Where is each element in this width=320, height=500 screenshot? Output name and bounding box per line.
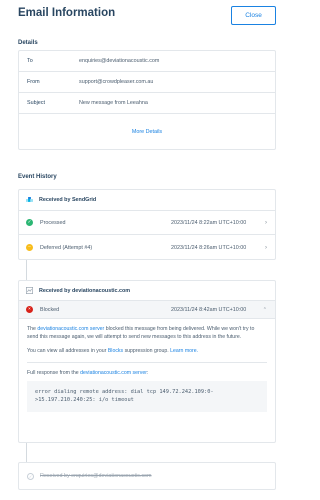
pending-label: Received by enquiries@deviationacoustic.… (40, 473, 152, 479)
blocks-message: You can view all addresses in your Block… (27, 347, 267, 355)
learn-more-link[interactable]: Learn more. (170, 348, 198, 354)
details-card: To enquiries@deviationacoustic.com From … (18, 50, 276, 150)
event-time: 2023/11/24 8:26am UTC+10:00 (171, 244, 247, 251)
server-logo-icon (26, 287, 33, 294)
chevron-right-icon: › (265, 219, 267, 226)
response-codebox: error dialing remote address: dial tcp 1… (27, 380, 267, 412)
group-title: Received by SendGrid (39, 197, 97, 203)
event-time: 2023/11/24 8:42am UTC+10:00 (171, 306, 247, 313)
server-link[interactable]: deviationacoustic.com server (37, 326, 104, 332)
sendgrid-event-group: Received by SendGrid ✓ Processed 2023/11… (18, 189, 276, 260)
pending-check-icon: ✓ (27, 472, 34, 480)
text: Full response from the (27, 369, 81, 376)
page-title: Email Information (18, 7, 116, 19)
blocks-link[interactable]: Blocks (108, 348, 123, 354)
details-section-label: Details (18, 40, 38, 46)
response-line: error dialing remote address: dial tcp 1… (35, 388, 214, 395)
detail-label: From (27, 79, 40, 85)
timeline-connector (26, 260, 27, 280)
blocked-details: The deviationacoustic.com server blocked… (19, 319, 275, 418)
detail-row-to: To enquiries@deviationacoustic.com (19, 51, 275, 72)
divider (27, 361, 267, 363)
detail-value: New message from Leeahna (79, 100, 148, 106)
detail-label: To (27, 58, 33, 64)
blocked-message: The deviationacoustic.com server blocked… (27, 325, 267, 341)
close-button[interactable]: Close (231, 6, 276, 25)
sendgrid-logo-icon (26, 196, 33, 202)
detail-label: Subject (27, 100, 45, 106)
chevron-right-icon: › (265, 244, 267, 251)
group-header: Received by SendGrid (19, 190, 275, 211)
text: The (27, 326, 38, 332)
chevron-up-icon[interactable]: ⌃ (263, 307, 267, 313)
text: suppression group. (123, 348, 171, 355)
event-row-deferred[interactable]: – Deferred (Attempt #4) 2023/11/24 8:26a… (19, 235, 275, 260)
recipient-event-group: Received by deviationacoustic.com × Bloc… (18, 280, 276, 443)
blocked-icon: × (26, 306, 33, 313)
detail-value: support@crowdpleaser.com.au (79, 79, 154, 85)
response-line: >15.197.210.240:25: i/o timeout (35, 397, 134, 404)
response-server-link[interactable]: deviationacoustic.com server (80, 370, 147, 376)
text: You can view all addresses in your (27, 348, 108, 355)
event-time: 2023/11/24 8:22am UTC+10:00 (171, 219, 247, 226)
event-row-processed[interactable]: ✓ Processed 2023/11/24 8:22am UTC+10:00 … (19, 211, 275, 235)
timeline-connector (26, 443, 27, 462)
event-row-blocked[interactable]: × Blocked 2023/11/24 8:42am UTC+10:00 ⌃ (19, 301, 275, 319)
warning-icon: – (26, 244, 33, 251)
check-icon: ✓ (26, 219, 33, 226)
detail-value: enquiries@deviationacoustic.com (79, 58, 160, 64)
response-label: Full response from the deviationacoustic… (27, 369, 267, 377)
text: : (146, 369, 149, 376)
more-details-link[interactable]: More Details (19, 114, 275, 149)
group-title: Received by deviationacoustic.com (39, 287, 131, 294)
group-header: Received by deviationacoustic.com (19, 281, 275, 301)
event-history-label: Event History (18, 174, 57, 180)
pending-event-group: ✓ Received by enquiries@deviationacousti… (18, 462, 276, 490)
detail-row-from: From support@crowdpleaser.com.au (19, 72, 275, 93)
detail-row-subject: Subject New message from Leeahna (19, 93, 275, 114)
